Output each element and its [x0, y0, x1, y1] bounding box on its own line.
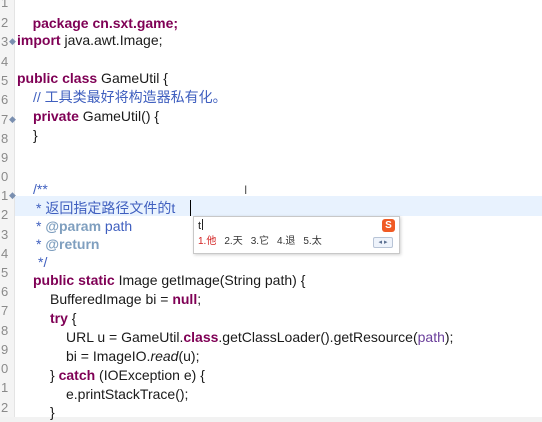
package-statement: package cn.sxt.game; [32, 15, 179, 31]
code-line-constructor-close[interactable]: } [33, 125, 38, 145]
class-keyword: class [62, 70, 98, 86]
ime-candidate[interactable]: 5.太 [303, 235, 321, 249]
semicolon: ; [197, 291, 202, 307]
public-keyword: public [17, 70, 59, 86]
code-line-stack-trace[interactable]: e.printStackTrace(); [66, 384, 188, 404]
method-call: e.printStackTrace(); [66, 386, 189, 402]
code-line-class[interactable]: public class GameUtil { [17, 68, 168, 88]
javadoc-star: * [36, 218, 46, 234]
import-target: java.awt.Image; [60, 32, 163, 48]
line-number: 1 [1, 380, 9, 395]
static-method-read: read [150, 348, 179, 364]
code-line-try[interactable]: try { [50, 308, 76, 328]
method-chain: .getClassLoader().getResource( [218, 329, 418, 345]
ime-composition: t [198, 219, 204, 232]
line-number: 2 [1, 15, 9, 30]
ime-candidate[interactable]: 2.天 [224, 235, 242, 249]
code-line-javadoc-desc[interactable]: * 返回指定路径文件的t [36, 198, 175, 218]
try-keyword: try [50, 310, 68, 326]
line-number: 3 [1, 227, 9, 242]
class-keyword: class [183, 329, 219, 345]
line-number: 5 [1, 73, 9, 88]
closing-brace: } [50, 367, 59, 383]
closing-brace: } [33, 127, 38, 143]
code-line-javadoc-param[interactable]: * @param path [36, 216, 132, 236]
line-number: 4 [1, 54, 9, 69]
url-declaration: URL u = GameUtil. [66, 329, 184, 345]
code-line-package[interactable]: package cn.sxt.game; [17, 0, 179, 31]
assignment: bi = ImageIO. [66, 348, 151, 364]
method-args: (u); [178, 348, 200, 364]
javadoc-star: * [36, 236, 46, 252]
code-line-image-read[interactable]: bi = ImageIO.read(u); [66, 346, 199, 366]
constructor-signature: GameUtil() { [78, 108, 160, 124]
line-number: 0 [1, 361, 9, 376]
line-number: 2 [1, 400, 9, 415]
private-keyword: private [33, 108, 79, 124]
ime-candidate-list: 1.他 2.天 3.它 4.退 5.太 [198, 235, 322, 249]
null-keyword: null [172, 291, 198, 307]
static-keyword: static [78, 272, 115, 288]
line-number: 9 [1, 342, 9, 357]
fold-marker-icon[interactable]: ◆ [9, 31, 17, 51]
fold-marker-icon[interactable]: ◆ [9, 109, 17, 129]
line-number: 1 [1, 0, 9, 10]
code-line-last[interactable]: } [50, 402, 55, 422]
ime-page-arrows-icon[interactable]: ◂ ▸ [373, 237, 393, 248]
code-line-comment[interactable]: // 工具类最好将构造器私有化。 [33, 87, 227, 107]
line-number: 7 [1, 303, 9, 318]
code-line-javadoc-close[interactable]: */ [38, 252, 47, 272]
javadoc-description: * 返回指定路径文件的 [36, 200, 172, 216]
catch-clause: (IOException e) { [95, 367, 205, 383]
line-number: 5 [1, 265, 9, 280]
ime-candidate-window[interactable]: t S 1.他 2.天 3.它 4.退 5.太 ◂ ▸ [193, 216, 400, 254]
code-line-buffered-image[interactable]: BufferedImage bi = null; [50, 289, 201, 309]
javadoc-close: */ [38, 254, 48, 270]
text-caret [190, 200, 191, 216]
code-line-constructor[interactable]: private GameUtil() { [33, 106, 159, 126]
code-editor[interactable]: 1 2 3 ◆ 4 5 6 7 ◆ 8 9 0 1 ◆ 2 3 4 5 6 7 … [0, 0, 542, 420]
closing-brace: } [50, 404, 55, 420]
line-number: 6 [1, 284, 9, 299]
line-number: 4 [1, 246, 9, 261]
javadoc-return-tag: @return [45, 236, 100, 252]
javadoc-typed-char: t [171, 200, 176, 216]
code-line-catch[interactable]: } catch (IOException e) { [50, 365, 205, 385]
code-line-import[interactable]: import java.awt.Image; [17, 30, 163, 50]
ime-candidate[interactable]: 1.他 [198, 235, 216, 249]
public-keyword: public [33, 272, 75, 288]
code-line-javadoc-return[interactable]: * @return [36, 234, 99, 254]
method-signature: Image getImage(String path) { [114, 272, 306, 288]
code-line-javadoc-open[interactable]: /** [33, 179, 48, 199]
variable-declaration: BufferedImage bi = [50, 291, 173, 307]
code-line-url[interactable]: URL u = GameUtil.class.getClassLoader().… [66, 327, 453, 347]
line-number: 8 [1, 131, 9, 146]
path-parameter: path [417, 329, 445, 345]
ibeam-cursor-icon: I [244, 183, 248, 197]
ime-candidate[interactable]: 4.退 [277, 235, 295, 249]
line-number: 8 [1, 323, 9, 338]
javadoc-param-tag: @param [45, 218, 102, 234]
line-number: 2 [1, 207, 9, 222]
sogou-logo-icon[interactable]: S [382, 219, 395, 232]
line-number: 6 [1, 92, 9, 107]
line-comment: // 工具类最好将构造器私有化。 [33, 89, 227, 105]
catch-keyword: catch [58, 367, 96, 383]
javadoc-param-name: path [101, 218, 133, 234]
class-name: GameUtil { [97, 70, 168, 86]
code-line-method[interactable]: public static Image getImage(String path… [33, 270, 305, 290]
open-brace: { [67, 310, 77, 326]
line-number: 0 [1, 169, 9, 184]
import-keyword: import [17, 32, 61, 48]
line-number: 9 [1, 150, 9, 165]
javadoc-open: /** [33, 181, 48, 197]
ime-candidate[interactable]: 3.它 [251, 235, 269, 249]
close-paren: ); [444, 329, 454, 345]
